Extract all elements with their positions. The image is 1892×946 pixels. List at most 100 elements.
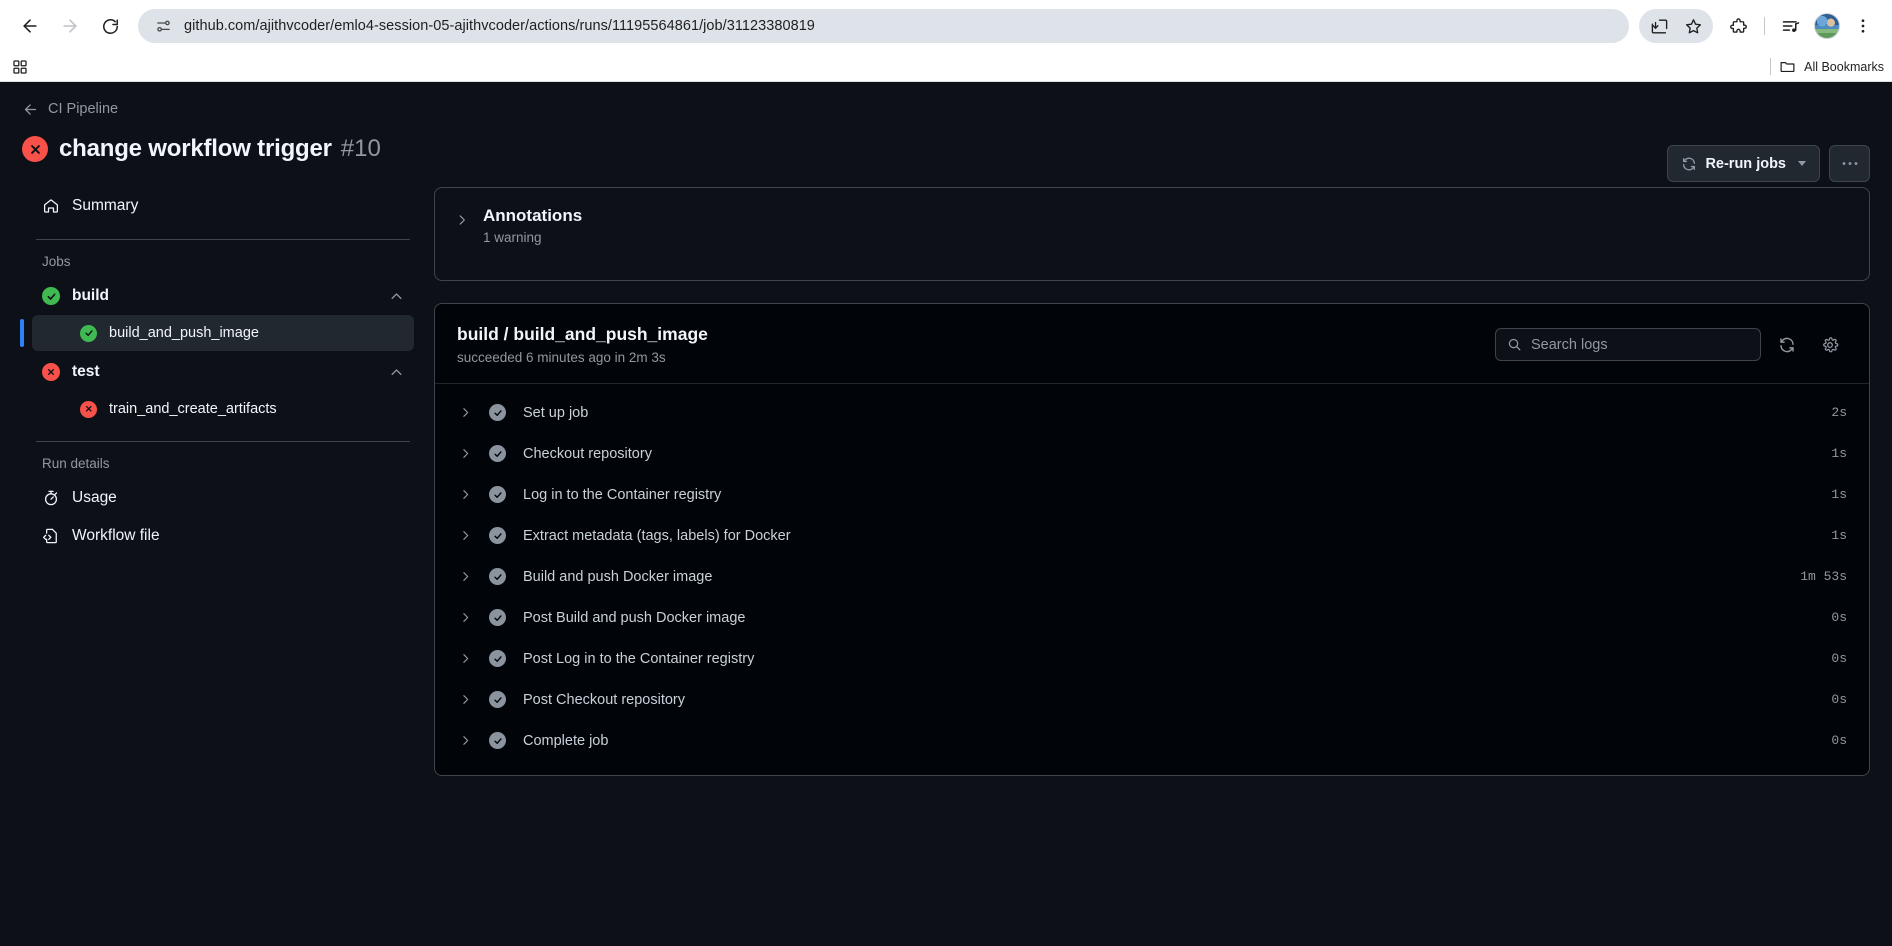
back-arrow-icon[interactable]: [22, 101, 39, 118]
job-step-label: Post Log in to the Container registry: [523, 650, 755, 667]
sidebar-item-label: Usage: [72, 489, 117, 506]
sync-refresh-icon: [1778, 336, 1796, 354]
chevron-right-icon[interactable]: [459, 611, 473, 624]
apps-grid-icon[interactable]: [12, 59, 28, 75]
job-step-label: Set up job: [523, 404, 589, 421]
job-logs-panel: build / build_and_push_image succeeded 6…: [434, 303, 1870, 776]
sidebar-item-label: Summary: [72, 197, 139, 214]
job-step[interactable]: Post Log in to the Container registry 0s: [435, 638, 1869, 679]
address-bar[interactable]: github.com/ajithvcoder/emlo4-session-05-…: [138, 9, 1629, 43]
job-step-label: Build and push Docker image: [523, 568, 713, 585]
chevron-right-icon[interactable]: [459, 652, 473, 665]
job-step-duration: 0s: [1831, 733, 1847, 748]
chevron-right-icon[interactable]: [459, 529, 473, 542]
check-circle-icon: [489, 609, 506, 626]
chevron-up-icon[interactable]: [389, 365, 404, 380]
sidebar-item-label: Workflow file: [72, 527, 160, 544]
bookmarks-divider: [1770, 58, 1772, 75]
puzzle-piece-icon[interactable]: [1721, 9, 1755, 43]
chevron-right-icon[interactable]: [459, 693, 473, 706]
check-circle-icon: [42, 287, 60, 305]
sidebar-job-name: test: [72, 363, 100, 380]
browser-chrome: github.com/ajithvcoder/emlo4-session-05-…: [0, 0, 1892, 82]
chevron-right-icon[interactable]: [459, 570, 473, 583]
job-step[interactable]: Log in to the Container registry 1s: [435, 474, 1869, 515]
all-bookmarks-label: All Bookmarks: [1804, 59, 1884, 74]
annotations-text: Annotations 1 warning: [483, 206, 582, 245]
install-app-icon[interactable]: [1642, 9, 1676, 43]
job-step[interactable]: Build and push Docker image 1m 53s: [435, 556, 1869, 597]
sidebar-divider-2: [36, 441, 410, 442]
chevron-down-icon[interactable]: [1798, 161, 1806, 166]
log-settings-button[interactable]: [1813, 328, 1847, 362]
job-logs-header: build / build_and_push_image succeeded 6…: [435, 304, 1869, 384]
sidebar-subjob-build_and_push_image[interactable]: build_and_push_image: [20, 315, 414, 351]
job-step[interactable]: Set up job 2s: [435, 392, 1869, 433]
sidebar-item-workflow-file[interactable]: Workflow file: [32, 517, 414, 555]
bookmarks-bar: All Bookmarks: [0, 52, 1892, 81]
job-steps-list: Set up job 2s Checkout repository 1s Log…: [435, 384, 1869, 775]
gear-icon: [1821, 336, 1839, 354]
run-body: Summary Jobs build build_and_push_image: [0, 169, 1892, 776]
sidebar-job-test[interactable]: test: [32, 353, 414, 391]
rerun-jobs-label: Re-run jobs: [1705, 155, 1786, 172]
chevron-right-icon[interactable]: [459, 447, 473, 460]
job-step-duration: 1m 53s: [1800, 569, 1847, 584]
chevron-right-icon[interactable]: [459, 406, 473, 419]
address-bar-url: github.com/ajithvcoder/emlo4-session-05-…: [184, 18, 815, 34]
sidebar-subjob-train_and_create_artifacts[interactable]: train_and_create_artifacts: [32, 391, 414, 427]
job-step-label: Log in to the Container registry: [523, 486, 722, 503]
job-step[interactable]: Complete job 0s: [435, 720, 1869, 761]
search-logs-input[interactable]: [1531, 336, 1749, 353]
job-step-duration: 0s: [1831, 651, 1847, 666]
check-circle-icon: [489, 650, 506, 667]
chevron-right-icon[interactable]: [459, 734, 473, 747]
job-step[interactable]: Post Checkout repository 0s: [435, 679, 1869, 720]
back-arrow-icon[interactable]: [12, 8, 48, 44]
profile-avatar[interactable]: [1810, 9, 1844, 43]
star-icon[interactable]: [1676, 9, 1710, 43]
sidebar-subjob-label: train_and_create_artifacts: [109, 401, 277, 417]
refresh-logs-button[interactable]: [1770, 328, 1804, 362]
stopwatch-icon: [42, 489, 60, 507]
more-options-button[interactable]: [1829, 145, 1870, 182]
page-scrollbar[interactable]: [1882, 82, 1892, 946]
chevron-right-icon[interactable]: [455, 213, 469, 227]
site-settings-icon[interactable]: [152, 15, 174, 37]
job-step-label: Post Checkout repository: [523, 691, 685, 708]
check-circle-icon: [489, 732, 506, 749]
rerun-jobs-button[interactable]: Re-run jobs: [1667, 145, 1820, 182]
search-logs-box[interactable]: [1495, 328, 1761, 361]
job-step-label: Complete job: [523, 732, 609, 749]
breadcrumb[interactable]: CI Pipeline: [22, 98, 1870, 120]
x-circle-icon: [80, 400, 97, 418]
run-sidebar: Summary Jobs build build_and_push_image: [20, 187, 414, 776]
toolbar-right-actions: [1639, 9, 1880, 43]
run-actions: Re-run jobs: [1667, 145, 1870, 182]
kebab-menu-icon[interactable]: [1846, 9, 1880, 43]
sync-refresh-icon: [1681, 156, 1697, 172]
run-main-content: Annotations 1 warning build / build_and_…: [414, 187, 1870, 776]
check-circle-icon: [489, 691, 506, 708]
sidebar-item-usage[interactable]: Usage: [32, 479, 414, 517]
sidebar-job-build[interactable]: build: [32, 277, 414, 315]
job-step[interactable]: Post Build and push Docker image 0s: [435, 597, 1869, 638]
run-header: CI Pipeline change workflow trigger #10 …: [0, 82, 1892, 182]
job-step[interactable]: Checkout repository 1s: [435, 433, 1869, 474]
sidebar-subjob-label: build_and_push_image: [109, 325, 259, 341]
chevron-up-icon[interactable]: [389, 289, 404, 304]
media-playlist-icon[interactable]: [1774, 9, 1808, 43]
all-bookmarks-button[interactable]: All Bookmarks: [1770, 52, 1884, 81]
job-step[interactable]: Extract metadata (tags, labels) for Dock…: [435, 515, 1869, 556]
sidebar-item-summary[interactable]: Summary: [32, 187, 414, 225]
breadcrumb-workflow-name[interactable]: CI Pipeline: [48, 101, 118, 117]
job-step-duration: 0s: [1831, 692, 1847, 707]
check-circle-icon: [489, 486, 506, 503]
annotations-panel[interactable]: Annotations 1 warning: [434, 187, 1870, 281]
kebab-menu-icon: [1841, 161, 1859, 166]
forward-arrow-icon[interactable]: [52, 8, 88, 44]
chevron-right-icon[interactable]: [459, 488, 473, 501]
job-step-label: Checkout repository: [523, 445, 652, 462]
reload-icon[interactable]: [92, 8, 128, 44]
sidebar-divider-1: [36, 239, 410, 240]
